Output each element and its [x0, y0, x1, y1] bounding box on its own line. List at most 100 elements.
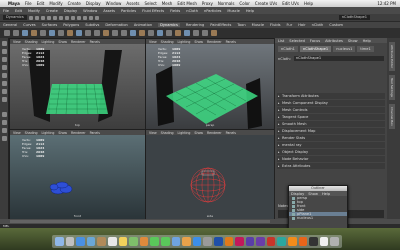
mac-menu-item[interactable]: Window: [106, 1, 122, 6]
shelf-tab[interactable]: Surfaces: [42, 23, 58, 27]
ae-section[interactable]: mental ray: [277, 142, 385, 148]
four-view-layout-icon[interactable]: [1, 120, 7, 125]
ae-menu-item[interactable]: Focus: [310, 39, 320, 43]
appstore-icon[interactable]: [192, 237, 202, 246]
mac-menu-item[interactable]: Proxy: [202, 1, 213, 6]
viewport-menu-item[interactable]: Panels: [226, 40, 236, 44]
shelf-tool-icon[interactable]: [175, 30, 181, 36]
shelf-tab[interactable]: Polygons: [63, 23, 79, 27]
viewport-front[interactable]: View Shading Lighting Show Renderer Pane…: [9, 129, 146, 221]
mac-menu-item[interactable]: Color: [239, 1, 249, 6]
maya-icon[interactable]: [277, 237, 287, 246]
rotate-tool-icon[interactable]: [1, 73, 7, 78]
shelf-tab[interactable]: Hair: [298, 23, 305, 27]
shelf-tool-icon[interactable]: [166, 30, 172, 36]
shelf-tool-icon[interactable]: [85, 30, 91, 36]
menu-item[interactable]: Display: [64, 9, 77, 13]
paint-select-icon[interactable]: [1, 57, 7, 62]
menu-set-selector[interactable]: Dynamics: [3, 15, 27, 20]
viewport-menu-item[interactable]: Panels: [90, 40, 100, 44]
node-name-field[interactable]: nClothShape1: [293, 56, 384, 61]
messages-icon[interactable]: [150, 237, 159, 246]
mac-menu-item[interactable]: Edit: [37, 1, 45, 6]
time-slider-track[interactable]: [10, 220, 270, 223]
manipulator-icon[interactable]: [1, 89, 7, 94]
menu-clock[interactable]: 12:42 PM: [377, 1, 396, 6]
itunes-icon[interactable]: [171, 237, 181, 246]
facetime-icon[interactable]: [160, 237, 170, 246]
ae-section[interactable]: Object Display: [277, 149, 385, 155]
lasso-tool-icon[interactable]: [1, 49, 7, 54]
viewport-menu-item[interactable]: Show: [58, 131, 67, 135]
vlc-icon[interactable]: [288, 237, 297, 246]
menu-item[interactable]: Assets: [103, 9, 115, 13]
photos-icon[interactable]: [139, 237, 149, 246]
shelf-tab[interactable]: nCloth: [312, 23, 324, 27]
viewport-menu-item[interactable]: Show: [58, 40, 67, 44]
finder-icon[interactable]: [55, 237, 64, 246]
outliner-menu-item[interactable]: Help: [322, 192, 330, 196]
ibooks-icon[interactable]: [182, 237, 191, 246]
shelf-tool-icon[interactable]: [202, 30, 208, 36]
menu-item[interactable]: Modify: [28, 9, 40, 13]
mac-menu-item[interactable]: Mesh: [162, 1, 173, 6]
viewport-menu-item[interactable]: View: [13, 40, 21, 44]
shelf-tool-icon[interactable]: [211, 30, 217, 36]
outliner-layout-icon[interactable]: [1, 136, 7, 141]
ae-menu-item[interactable]: Show: [348, 39, 358, 43]
viewport-menu-item[interactable]: Renderer: [71, 40, 86, 44]
shelf-tab[interactable]: Curves: [23, 23, 35, 27]
contacts-icon[interactable]: [97, 237, 106, 246]
shelf-tool-icon[interactable]: [184, 30, 190, 36]
select-hierarchy-icon[interactable]: [46, 15, 51, 20]
mac-menu-item[interactable]: Assets: [126, 1, 139, 6]
menu-item[interactable]: Create: [46, 9, 58, 13]
viewport-menu-item[interactable]: View: [13, 131, 21, 135]
shelf-tab[interactable]: Fluids: [270, 23, 281, 27]
shelf-tab[interactable]: Subdivs: [85, 23, 99, 27]
new-scene-icon[interactable]: [28, 15, 33, 20]
shelf-tool-icon[interactable]: [193, 30, 199, 36]
select-tool-icon[interactable]: [1, 41, 7, 46]
viewport-menu-item[interactable]: Renderer: [207, 40, 222, 44]
shelf-tool-icon[interactable]: [67, 30, 73, 36]
safari-icon[interactable]: [76, 237, 85, 246]
terminal-icon[interactable]: [309, 237, 318, 246]
viewport-menu-item[interactable]: Renderer: [71, 131, 86, 135]
photoshop-icon[interactable]: [213, 237, 223, 246]
viewport-menu-item[interactable]: Lighting: [42, 131, 55, 135]
shelf-tool-icon[interactable]: [94, 30, 100, 36]
menu-item[interactable]: Window: [83, 9, 97, 13]
ipr-icon[interactable]: [88, 15, 93, 20]
ae-section[interactable]: Tangent Space: [277, 114, 385, 120]
render-icon[interactable]: [82, 15, 87, 20]
trash-icon[interactable]: [330, 237, 340, 246]
ae-section[interactable]: Displacement Map: [277, 128, 385, 134]
shelf-tool-icon[interactable]: [121, 30, 127, 36]
menu-item[interactable]: Edit: [15, 9, 22, 13]
shelf-tool-icon[interactable]: [13, 30, 19, 36]
side-tab-attribute-editor[interactable]: Attribute Editor: [389, 42, 395, 72]
ae-section[interactable]: Mesh Component Display: [277, 100, 385, 106]
shelf-tool-icon[interactable]: [49, 30, 55, 36]
shelf-tab[interactable]: Animation: [134, 23, 152, 27]
shelf-tool-icon[interactable]: [31, 30, 37, 36]
render-settings-icon[interactable]: [94, 15, 99, 20]
indesign-icon[interactable]: [235, 237, 244, 246]
shelf-tool-icon[interactable]: [148, 30, 154, 36]
mac-menu-item[interactable]: Help: [304, 1, 313, 6]
shelf-tab[interactable]: General: [3, 23, 17, 27]
illustrator-icon[interactable]: [224, 237, 234, 246]
side-tab-channel-box[interactable]: Channel Box: [389, 104, 395, 130]
ae-section[interactable]: Smooth Mesh: [277, 121, 385, 127]
shelf-tool-icon[interactable]: [22, 30, 28, 36]
outliner-menu-item[interactable]: Show: [308, 192, 318, 196]
viewport-menu-item[interactable]: Panels: [90, 131, 100, 135]
menu-item[interactable]: Fluid Effects: [142, 9, 164, 13]
shelf-tool-icon[interactable]: [4, 30, 10, 36]
save-scene-icon[interactable]: [40, 15, 45, 20]
menu-item[interactable]: nCloth: [186, 9, 198, 13]
outliner-item[interactable]: nucleus1: [289, 216, 347, 220]
maps-icon[interactable]: [129, 237, 138, 246]
firefox-icon[interactable]: [298, 237, 308, 246]
